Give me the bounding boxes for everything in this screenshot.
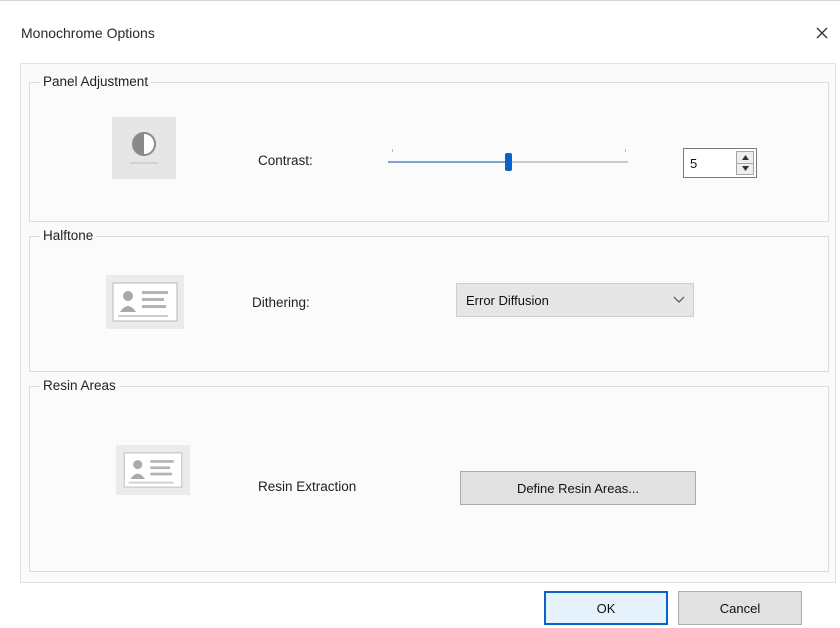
halftone-group: Halftone Dithering: Error Diffusion [29,228,829,372]
chevron-down-icon [673,296,685,303]
contrast-icon [130,132,158,164]
slider-fill [388,161,508,163]
arrow-down-icon [741,166,749,172]
resin-areas-group: Resin Areas Resin Extraction Define Resi… [29,378,829,572]
resin-extraction-label: Resin Extraction [258,479,357,494]
dialog-client-area: Panel Adjustment Contrast: 5 Halftone Di… [20,63,836,583]
spin-buttons [736,151,754,175]
define-resin-areas-button[interactable]: Define Resin Areas... [460,471,696,505]
close-button[interactable] [808,19,836,47]
halftone-card-tile [106,275,184,329]
contrast-value-input[interactable] [684,149,736,177]
slider-tick [391,149,393,152]
id-card-icon [112,282,178,322]
resin-card-tile [116,445,190,495]
dithering-label: Dithering: [252,295,310,310]
panel-adjustment-group: Panel Adjustment Contrast: [29,74,829,222]
id-card-icon [123,452,183,488]
contrast-tile [112,117,176,179]
title-bar: Monochrome Options [0,1,840,63]
cancel-button[interactable]: Cancel [678,591,802,625]
arrow-up-icon [741,154,749,160]
contrast-slider[interactable] [388,145,628,175]
slider-thumb[interactable] [504,153,512,171]
halftone-heading: Halftone [40,228,97,243]
spin-down-button[interactable] [736,163,754,175]
resin-areas-heading: Resin Areas [40,378,119,393]
close-icon [816,27,828,39]
dithering-selected-value: Error Diffusion [466,293,549,308]
panel-adjustment-heading: Panel Adjustment [40,74,152,89]
ok-button[interactable]: OK [544,591,668,625]
dialog-title: Monochrome Options [21,25,155,41]
slider-tick [624,149,626,152]
contrast-spinbox [683,148,757,178]
dithering-dropdown[interactable]: Error Diffusion [456,283,694,317]
contrast-label: Contrast: [258,153,313,168]
spin-up-button[interactable] [736,151,754,164]
monochrome-options-dialog: Monochrome Options Panel Adjustment Cont… [0,0,840,628]
